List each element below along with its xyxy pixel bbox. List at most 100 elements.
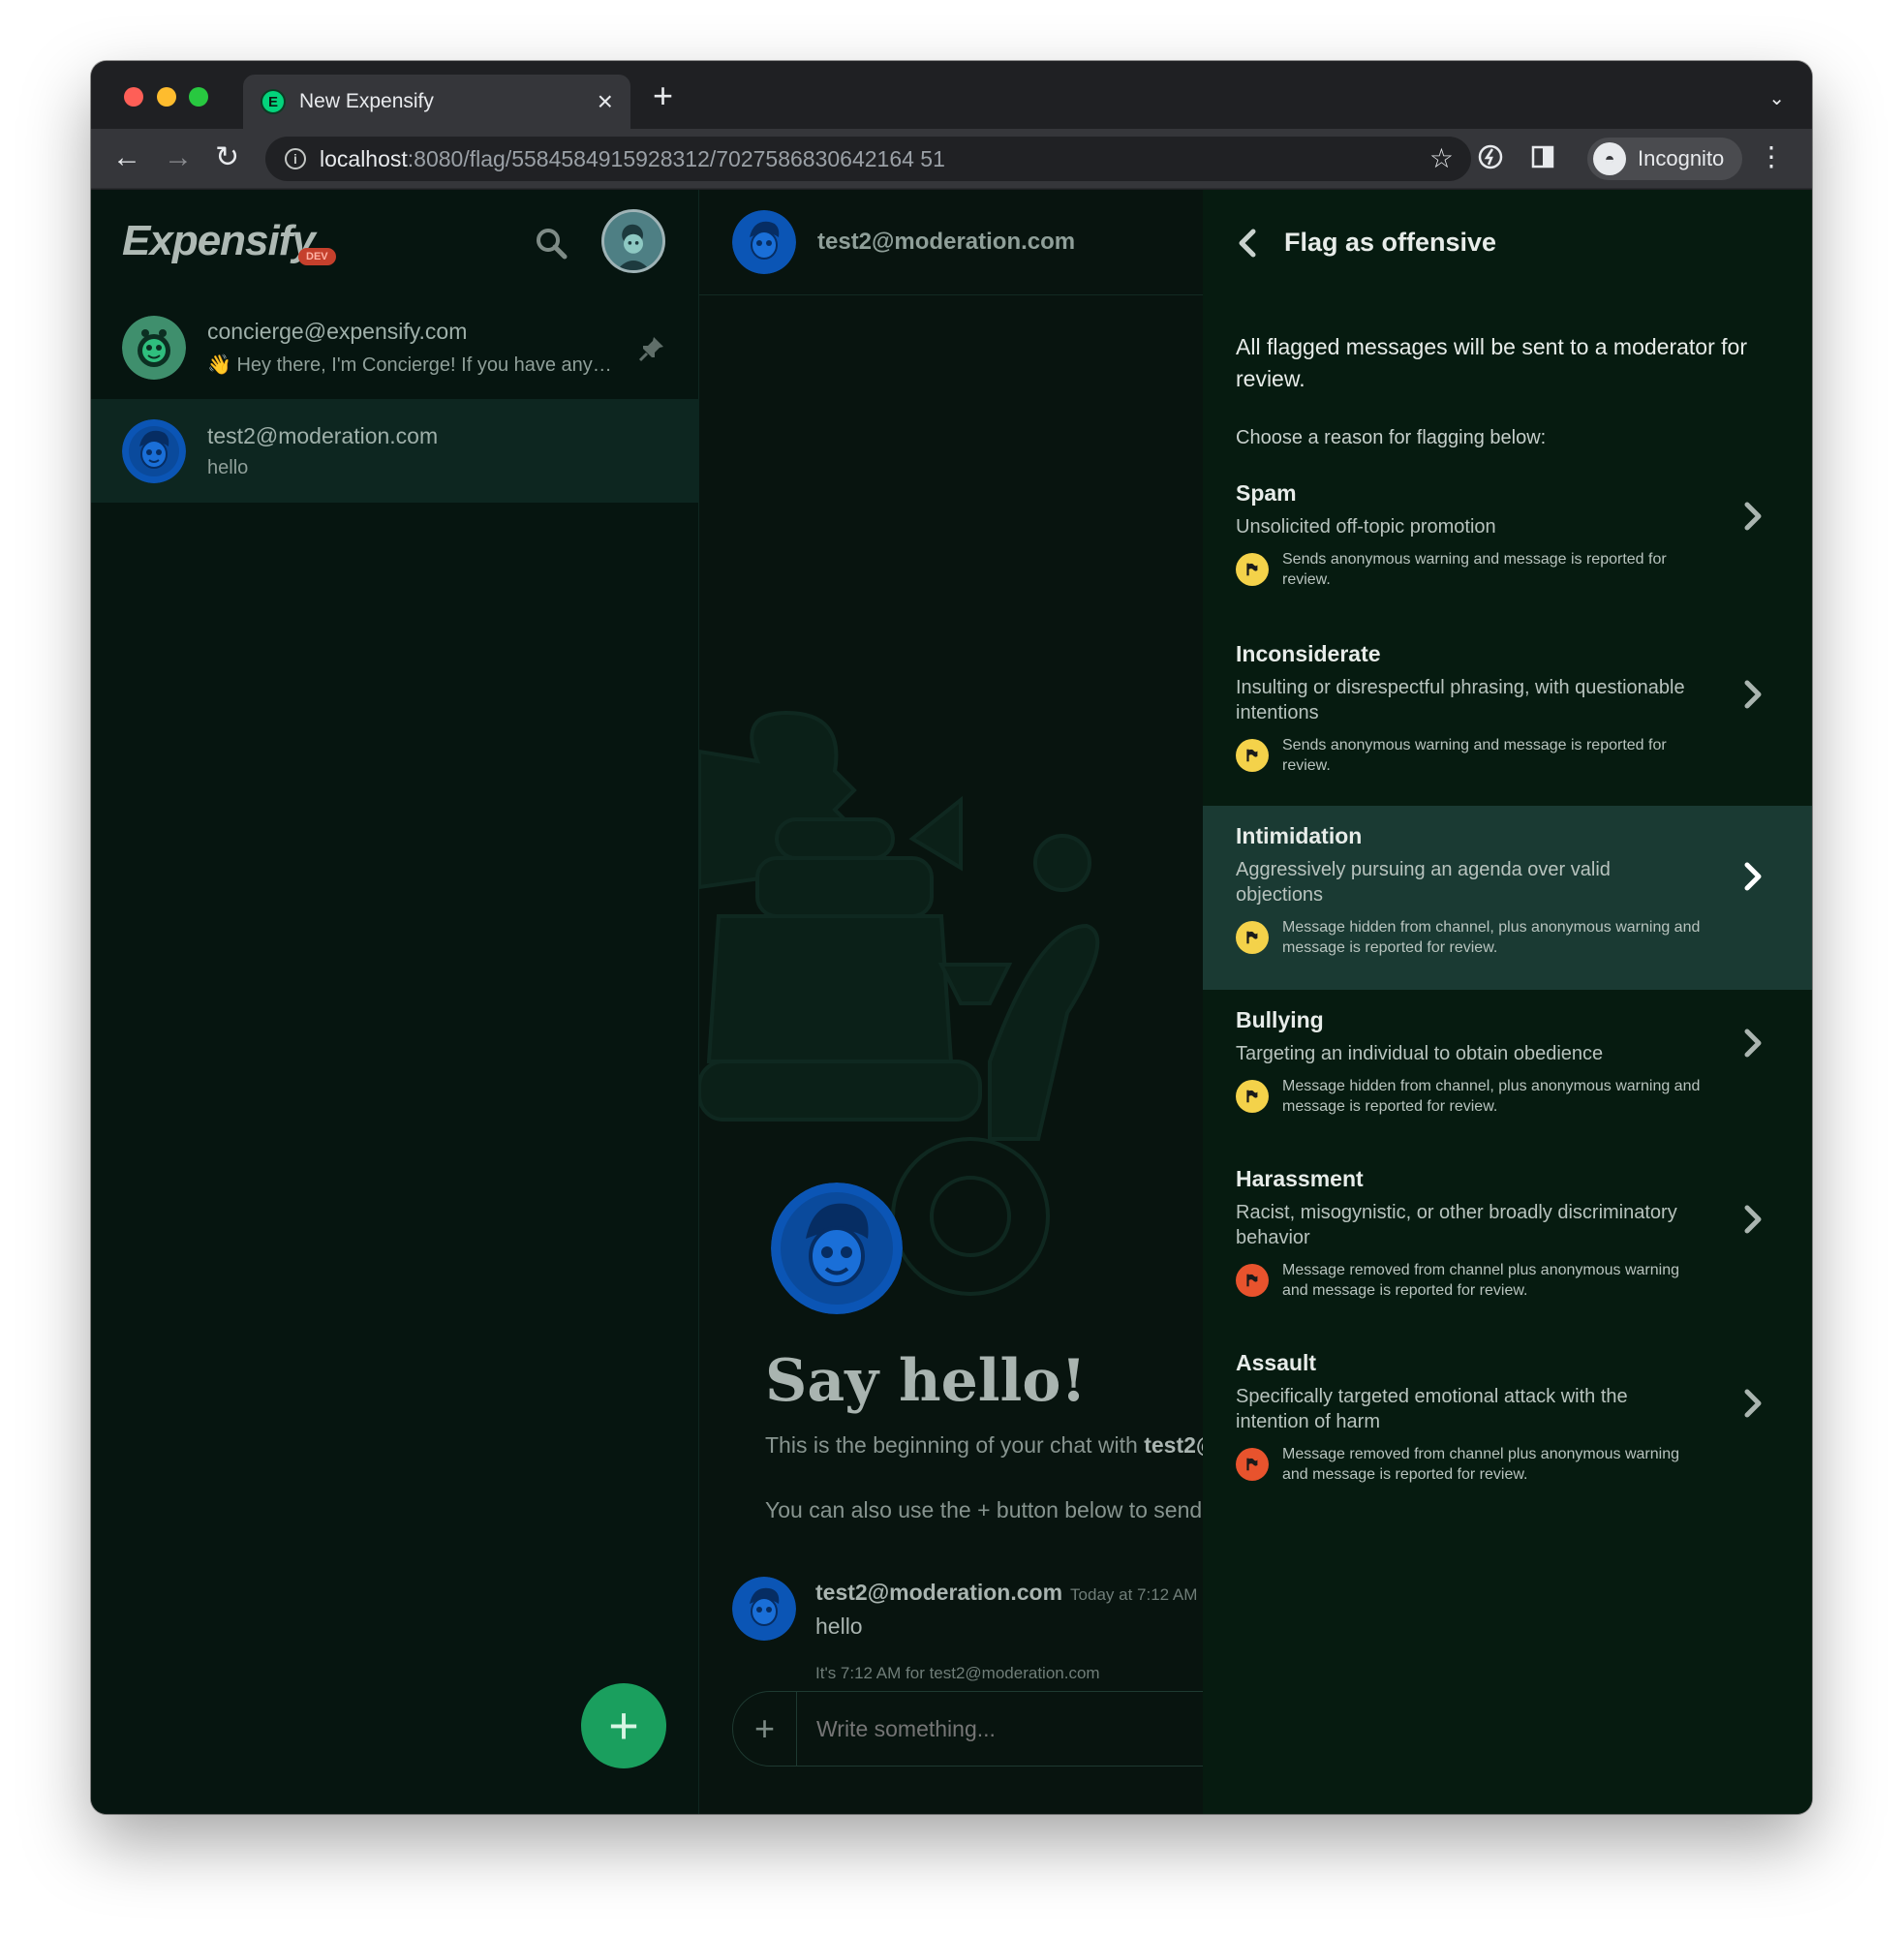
chevron-right-icon	[1744, 1205, 1762, 1234]
address-bar[interactable]: i localhost:8080/flag/5584584915928312/7…	[265, 137, 1471, 181]
sidepanel-icon[interactable]	[1528, 142, 1557, 171]
reason-description: Aggressively pursuing an agenda over val…	[1236, 859, 1611, 906]
message-timestamp: Today at 7:12 AM	[1070, 1585, 1198, 1604]
reason-description: Targeting an individual to obtain obedie…	[1236, 1043, 1604, 1064]
composer: +	[732, 1691, 1203, 1767]
pin-icon	[638, 337, 663, 362]
message-body[interactable]: hello	[815, 1613, 863, 1640]
intro-prefix: This is the beginning of your chat with	[765, 1432, 1145, 1458]
message-sender-name: test2@moderation.com	[815, 1580, 1063, 1605]
concierge-avatar	[122, 315, 186, 380]
new-tab-plus-icon[interactable]: +	[653, 78, 673, 113]
chat-intro-line-2: You can also use the + button below to s…	[765, 1497, 1203, 1522]
reason-note-text: Message hidden from channel, plus anonym…	[1282, 1078, 1701, 1115]
say-hello-heading: Say hello!	[765, 1347, 1087, 1415]
intro-name: test2@moderation.com	[1144, 1432, 1203, 1458]
incognito-label: Incognito	[1638, 146, 1725, 170]
reason-note-text: Message removed from channel plus anonym…	[1282, 1446, 1679, 1483]
extensions-icon[interactable]	[1476, 142, 1505, 171]
reason-title: Assault	[1236, 1350, 1317, 1375]
chat-intro-avatar	[771, 1183, 903, 1314]
browser-toolbar: ← → ↻ i localhost:8080/flag/558458491592…	[91, 129, 1812, 189]
chat-item-name: concierge@expensify.com	[207, 318, 468, 344]
chevron-right-icon	[1744, 1029, 1762, 1058]
flag-panel: Flag as offensive All flagged messages w…	[1203, 190, 1812, 1814]
flag-reason-inconsiderate[interactable]: Inconsiderate Insulting or disrespectful …	[1203, 624, 1812, 806]
dev-badge: DEV	[298, 248, 336, 265]
star-icon[interactable]: ☆	[1429, 142, 1454, 174]
flag-icon	[1236, 921, 1269, 954]
chat-intro-line: This is the beginning of your chat with …	[765, 1432, 1203, 1459]
chat-header[interactable]: test2@moderation.com	[699, 190, 1203, 295]
url-path: :8080/flag/5584584915928312/702758683064…	[407, 145, 945, 171]
reason-title: Harassment	[1236, 1166, 1364, 1191]
reason-consequence: Sends anonymous warning and message is r…	[1236, 735, 1779, 776]
flag-reason-assault[interactable]: Assault Specifically targeted emotional a…	[1203, 1333, 1812, 1517]
reload-icon[interactable]: ↻	[215, 140, 239, 175]
reason-title: Spam	[1236, 480, 1297, 506]
chat-item-preview: hello	[207, 456, 249, 478]
tab-strip: E New Expensify × + ⌄	[91, 61, 1812, 129]
profile-avatar[interactable]	[601, 209, 665, 273]
flag-reason-bullying[interactable]: Bullying Targeting an individual to obtai…	[1203, 990, 1812, 1145]
browser-tab[interactable]: E New Expensify ×	[243, 75, 630, 129]
tab-title: New Expensify	[299, 90, 434, 112]
minimize-window-button[interactable]	[157, 87, 176, 107]
reason-consequence: Sends anonymous warning and message is r…	[1236, 549, 1779, 590]
expensify-favicon-icon: E	[261, 89, 286, 114]
reason-description: Specifically targeted emotional attack w…	[1236, 1386, 1628, 1432]
flag-choose-label: Choose a reason for flagging below:	[1236, 427, 1547, 448]
reason-description: Unsolicited off-topic promotion	[1236, 516, 1496, 538]
chevron-left-icon[interactable]	[1234, 226, 1261, 261]
search-icon[interactable]	[533, 225, 571, 263]
incognito-icon: ◓	[1593, 142, 1626, 175]
sidebar: Expensify DEV concierge@expensify.com 👋 …	[91, 190, 699, 1814]
message-avatar[interactable]	[732, 1577, 796, 1641]
incognito-badge[interactable]: ◓ Incognito	[1587, 138, 1742, 180]
maximize-window-button[interactable]	[189, 87, 208, 107]
chat-item-preview: 👋 Hey there, I'm Concierge! If you have …	[207, 353, 614, 376]
flag-reason-intimidation[interactable]: Intimidation Aggressively pursuing an age…	[1203, 806, 1812, 990]
close-window-button[interactable]	[124, 87, 143, 107]
reason-title: Inconsiderate	[1236, 641, 1381, 666]
chat-header-title: test2@moderation.com	[817, 229, 1076, 255]
url-host: localhost	[320, 145, 408, 171]
reason-description: Insulting or disrespectful phrasing, wit…	[1236, 677, 1685, 723]
flag-header: Flag as offensive	[1203, 190, 1812, 295]
test2-avatar	[122, 418, 186, 483]
flag-description: All flagged messages will be sent to a m…	[1236, 334, 1747, 391]
browser-window: E New Expensify × + ⌄ ← → ↻ i localhost:…	[91, 61, 1812, 1814]
chat-item-test2[interactable]: test2@moderation.com hello	[91, 399, 699, 503]
reason-note-text: Sends anonymous warning and message is r…	[1282, 551, 1667, 588]
forward-arrow-icon[interactable]: →	[164, 140, 193, 175]
attachment-plus-icon[interactable]: +	[733, 1692, 797, 1766]
local-time-footer: It's 7:12 AM for test2@moderation.com	[815, 1664, 1100, 1682]
reason-consequence: Message removed from channel plus anonym…	[1236, 1260, 1779, 1301]
flag-icon	[1236, 1448, 1269, 1481]
expensify-app: Expensify DEV concierge@expensify.com 👋 …	[91, 190, 1812, 1814]
header-avatar	[732, 210, 796, 274]
flag-title: Flag as offensive	[1284, 228, 1497, 257]
reason-title: Intimidation	[1236, 823, 1363, 848]
reason-consequence: Message hidden from channel, plus anonym…	[1236, 917, 1779, 958]
chevron-right-icon	[1744, 862, 1762, 891]
tab-close-icon[interactable]: ×	[598, 88, 613, 115]
new-chat-plus-button[interactable]: +	[581, 1683, 666, 1768]
flag-icon	[1236, 1264, 1269, 1297]
flag-reason-spam[interactable]: Spam Unsolicited off-topic promotion Sends…	[1203, 463, 1812, 618]
chat-item-name: test2@moderation.com	[207, 422, 439, 448]
reason-description: Racist, misogynistic, or other broadly d…	[1236, 1202, 1677, 1248]
kebab-menu-icon[interactable]: ⋮	[1758, 142, 1785, 171]
message-input[interactable]	[816, 1715, 1165, 1742]
chat-item-concierge[interactable]: concierge@expensify.com 👋 Hey there, I'm…	[91, 295, 699, 399]
chevron-right-icon	[1744, 680, 1762, 709]
chevron-right-icon	[1744, 1389, 1762, 1418]
chevron-right-icon	[1744, 502, 1762, 531]
back-arrow-icon[interactable]: ←	[112, 140, 141, 175]
info-icon[interactable]: i	[285, 148, 306, 169]
reason-consequence: Message removed from channel plus anonym…	[1236, 1444, 1779, 1485]
tab-search-chevron-icon[interactable]: ⌄	[1768, 86, 1785, 110]
reason-title: Bullying	[1236, 1007, 1324, 1032]
flag-reason-harassment[interactable]: Harassment Racist, misogynistic, or other…	[1203, 1149, 1812, 1331]
reason-note-text: Message hidden from channel, plus anonym…	[1282, 919, 1701, 956]
